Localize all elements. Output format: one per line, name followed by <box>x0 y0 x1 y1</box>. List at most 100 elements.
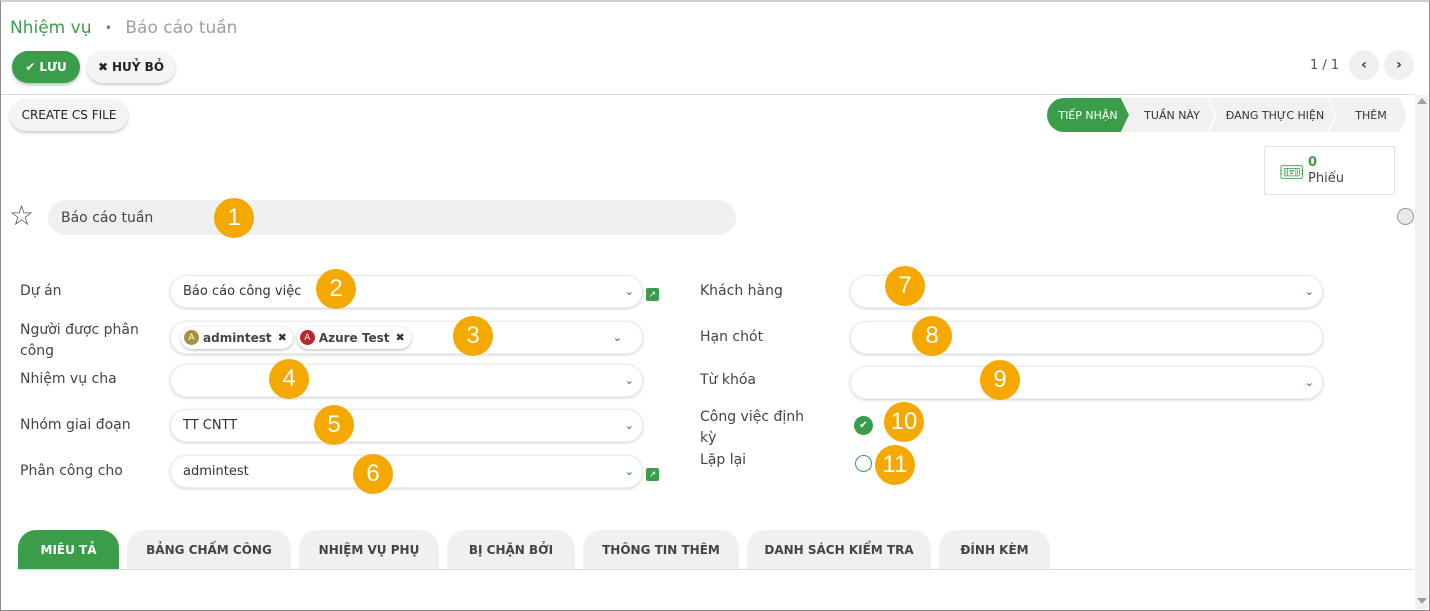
assignee-tag-azure-test: A Azure Test ✖ <box>296 326 411 349</box>
check-icon: ✔ <box>25 60 36 74</box>
header-divider <box>1 94 1414 95</box>
tab-blocked-by[interactable]: BỊ CHẶN BỞI <box>447 530 575 570</box>
tab-timesheet[interactable]: BẢNG CHẤM CÔNG <box>127 530 291 570</box>
customer-label: Khách hàng <box>700 283 783 299</box>
save-button-label: LƯU <box>39 60 67 74</box>
stage-label: THÊM <box>1355 108 1387 122</box>
callout-badge-1: 1 <box>214 198 254 238</box>
breadcrumb: Nhiệm vụ • Báo cáo tuần <box>10 18 237 38</box>
chevron-right-icon: › <box>1396 57 1402 73</box>
external-link-icon[interactable]: ↗ <box>646 468 659 481</box>
save-button[interactable]: ✔ LƯU <box>12 51 80 83</box>
assigned-to-field[interactable]: admintest ⌄ <box>170 455 643 488</box>
scroll-down-arrow-icon[interactable] <box>1417 598 1427 604</box>
kanban-state-icon[interactable] <box>1397 208 1414 225</box>
tab-label: DANH SÁCH KIỂM TRA <box>764 543 914 557</box>
tags-field[interactable]: ⌄ <box>850 366 1323 399</box>
tab-label: MIÊU TẢ <box>40 543 97 557</box>
callout-badge-7: 7 <box>885 266 925 306</box>
stage-label: TUẦN NÀY <box>1144 108 1200 122</box>
assignee-tag-name: admintest <box>203 330 272 345</box>
assignee-tag-admintest: A admintest ✖ <box>181 326 293 349</box>
chevron-down-icon[interactable]: ⌄ <box>1305 285 1314 298</box>
chevron-down-icon[interactable]: ⌄ <box>625 419 634 432</box>
task-title-input[interactable]: Báo cáo tuần <box>48 200 736 235</box>
parent-task-label: Nhiệm vụ cha <box>20 371 117 387</box>
breadcrumb-separator: • <box>104 21 112 35</box>
callout-badge-8: 8 <box>912 316 952 356</box>
chevron-down-icon[interactable]: ⌄ <box>1305 376 1314 389</box>
assignees-label: Người được phân công <box>20 322 139 359</box>
close-icon: ✖ <box>97 60 109 74</box>
stage-dang-thuc-hien[interactable]: ĐANG THỰC HIỆN <box>1209 98 1335 132</box>
recurring-label: Công việc định kỳ <box>700 409 805 446</box>
tab-label: BẢNG CHẤM CÔNG <box>146 543 272 557</box>
recurring-checkbox[interactable]: ✔ <box>854 416 873 435</box>
chevron-left-icon: ‹ <box>1361 57 1367 73</box>
remove-tag-icon[interactable]: ✖ <box>396 331 405 344</box>
chevron-down-icon[interactable]: ⌄ <box>625 374 634 387</box>
stage-tuan-nay[interactable]: TUẦN NÀY <box>1123 98 1215 132</box>
create-cs-file-button[interactable]: CREATE CS FILE <box>10 99 128 131</box>
check-icon: ✔ <box>859 420 868 431</box>
ticket-count: 0 <box>1308 155 1318 170</box>
pager-counter: 1 / 1 <box>1310 58 1340 73</box>
tab-label: NHIỆM VỤ PHỤ <box>318 543 420 557</box>
chevron-down-icon[interactable]: ⌄ <box>625 465 634 478</box>
task-title-value: Báo cáo tuần <box>61 209 154 226</box>
callout-badge-9: 9 <box>980 360 1020 400</box>
project-label: Dự án <box>20 283 62 299</box>
pager-next-button[interactable]: › <box>1384 50 1414 80</box>
tags-label: Từ khóa <box>700 372 756 388</box>
breadcrumb-current: Báo cáo tuần <box>125 18 238 38</box>
discard-button-label: HUỶ BỎ <box>112 60 165 74</box>
deadline-label: Hạn chót <box>700 329 764 345</box>
tabs-divider <box>18 569 1414 570</box>
tab-checklist[interactable]: DANH SÁCH KIỂM TRA <box>747 530 931 570</box>
discard-button[interactable]: ✖ HUỶ BỎ <box>87 51 175 83</box>
create-cs-file-label: CREATE CS FILE <box>21 108 117 122</box>
stage-group-label: Nhóm giai đoạn <box>20 417 131 433</box>
project-value: Báo cáo công việc <box>183 284 302 299</box>
stage-label: TIẾP NHẬN <box>1058 108 1118 122</box>
stage-statusbar: TIẾP NHẬN TUẦN NÀY ĐANG THỰC HIỆN THÊM <box>1047 98 1407 132</box>
callout-badge-2: 2 <box>316 269 356 309</box>
chevron-down-icon[interactable]: ⌄ <box>613 331 622 344</box>
pager-previous-button[interactable]: ‹ <box>1349 50 1379 80</box>
star-icon[interactable]: ☆ <box>9 202 34 230</box>
callout-badge-5: 5 <box>314 405 354 445</box>
callout-badge-6: 6 <box>353 454 393 494</box>
external-link-icon[interactable]: ↗ <box>646 288 659 301</box>
ticket-icon: 🎟 <box>1279 160 1305 184</box>
scroll-up-arrow-icon[interactable] <box>1417 98 1427 104</box>
project-field[interactable]: Báo cáo công việc ⌄ <box>170 275 643 308</box>
tab-extra-info[interactable]: THÔNG TIN THÊM <box>583 530 739 570</box>
ticket-label: Phiếu <box>1308 171 1344 186</box>
callout-badge-10: 10 <box>884 402 924 442</box>
stage-label: ĐANG THỰC HIỆN <box>1225 108 1325 122</box>
tab-description[interactable]: MIÊU TẢ <box>18 530 119 570</box>
vertical-scrollbar[interactable] <box>1415 95 1428 609</box>
stage-them[interactable]: THÊM <box>1329 98 1407 132</box>
tab-attachments[interactable]: ĐÍNH KÈM <box>939 530 1050 570</box>
repeat-checkbox[interactable] <box>855 455 872 472</box>
assigned-to-label: Phân công cho <box>20 463 123 479</box>
assigned-to-value: admintest <box>183 464 249 479</box>
assignees-field[interactable]: A admintest ✖ A Azure Test ✖ ⌄ <box>170 321 643 354</box>
stage-group-field[interactable]: TT CNTT ⌄ <box>170 409 643 442</box>
tickets-smart-button[interactable]: 🎟 0 Phiếu <box>1264 146 1395 195</box>
callout-badge-4: 4 <box>269 359 309 399</box>
breadcrumb-parent-link[interactable]: Nhiệm vụ <box>10 18 91 38</box>
avatar: A <box>184 330 199 345</box>
tab-label: BỊ CHẶN BỞI <box>468 543 554 557</box>
tab-label: THÔNG TIN THÊM <box>602 543 720 557</box>
parent-task-field[interactable]: ⌄ <box>170 364 643 397</box>
avatar: A <box>299 330 315 345</box>
callout-badge-11: 11 <box>875 445 915 485</box>
stage-group-value: TT CNTT <box>183 418 238 433</box>
tab-subtasks[interactable]: NHIỆM VỤ PHỤ <box>299 530 439 570</box>
repeat-label: Lặp lại <box>700 452 747 468</box>
chevron-down-icon[interactable]: ⌄ <box>625 285 634 298</box>
stage-tiep-nhan[interactable]: TIẾP NHẬN <box>1047 98 1129 132</box>
remove-tag-icon[interactable]: ✖ <box>278 331 287 344</box>
